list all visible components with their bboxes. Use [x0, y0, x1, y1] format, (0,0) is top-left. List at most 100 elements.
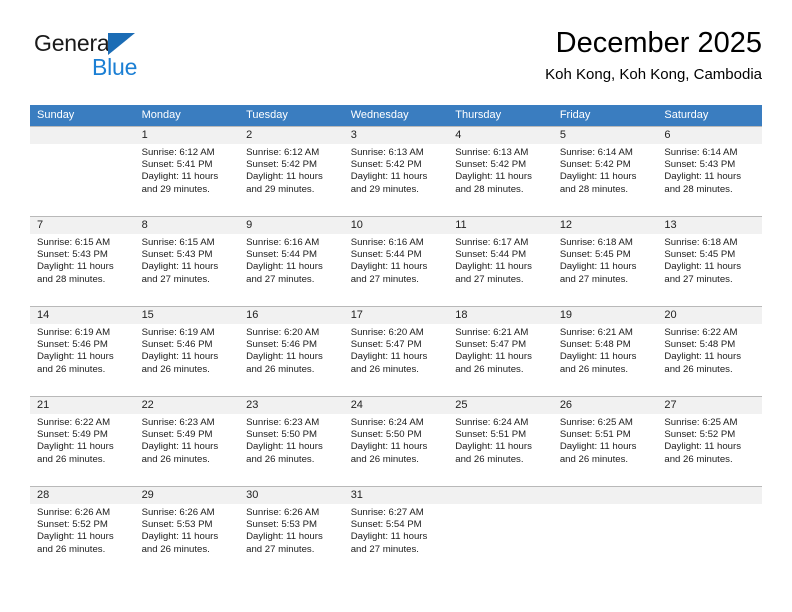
day-cell-11[interactable]: 11 Sunrise: 6:17 AM Sunset: 5:44 PM Dayligh…: [448, 216, 553, 306]
daylight-text-line2: and 29 minutes.: [246, 183, 315, 195]
daylight-text-line1: Daylight: 11 hours: [37, 261, 114, 273]
day-details: Sunrise: 6:26 AM Sunset: 5:52 PM Daylight:…: [30, 504, 135, 556]
calendar-cell: 7 Sunrise: 6:15 AM Sunset: 5:43 PM Daylight…: [30, 216, 135, 306]
day-cell-1[interactable]: 1 Sunrise: 6:12 AM Sunset: 5:41 PM Daylight…: [134, 126, 240, 216]
day-details: Sunrise: 6:22 AM Sunset: 5:49 PM Daylight:…: [30, 414, 135, 466]
day-details: Sunrise: 6:20 AM Sunset: 5:47 PM Daylight:…: [344, 324, 449, 376]
day-details: Sunrise: 6:27 AM Sunset: 5:54 PM Daylight:…: [344, 504, 449, 556]
day-details: Sunrise: 6:18 AM Sunset: 5:45 PM Daylight:…: [553, 234, 658, 286]
day-number: [448, 487, 553, 504]
day-cell-25[interactable]: 25 Sunrise: 6:24 AM Sunset: 5:51 PM Dayligh…: [448, 396, 553, 486]
daylight-text-line2: and 26 minutes.: [350, 363, 419, 375]
logo-text-general: General: [34, 30, 115, 56]
day-number: 17: [343, 307, 449, 324]
sunrise-text: Sunrise: 6:23 AM: [141, 417, 215, 428]
sunrise-text: Sunrise: 6:20 AM: [246, 327, 320, 338]
calendar-week-row: 21 Sunrise: 6:22 AM Sunset: 5:49 PM Dayligh…: [30, 396, 762, 486]
day-cell-20[interactable]: 20 Sunrise: 6:22 AM Sunset: 5:48 PM Dayligh…: [657, 306, 762, 396]
day-cell-24[interactable]: 24 Sunrise: 6:24 AM Sunset: 5:50 PM Dayligh…: [343, 396, 449, 486]
daylight-text-line2: and 29 minutes.: [141, 183, 210, 195]
daylight-text-line1: Daylight: 11 hours: [37, 531, 114, 543]
daylight-text-line1: Daylight: 11 hours: [350, 531, 428, 543]
day-cell-13[interactable]: 13 Sunrise: 6:18 AM Sunset: 5:45 PM Dayligh…: [657, 216, 762, 306]
calendar-cell: 21 Sunrise: 6:22 AM Sunset: 5:49 PM Dayligh…: [30, 396, 135, 486]
daylight-text-line2: and 27 minutes.: [141, 273, 210, 285]
day-cell-7[interactable]: 7 Sunrise: 6:15 AM Sunset: 5:43 PM Daylight…: [30, 216, 135, 306]
sunset-text: Sunset: 5:49 PM: [141, 429, 213, 441]
day-cell-27[interactable]: 27 Sunrise: 6:25 AM Sunset: 5:52 PM Dayligh…: [657, 396, 762, 486]
weekday-header-saturday: Saturday: [657, 105, 762, 126]
day-cell-17[interactable]: 17 Sunrise: 6:20 AM Sunset: 5:47 PM Dayligh…: [343, 306, 449, 396]
day-cell-8[interactable]: 8 Sunrise: 6:15 AM Sunset: 5:43 PM Daylight…: [134, 216, 240, 306]
day-cell-18[interactable]: 18 Sunrise: 6:21 AM Sunset: 5:47 PM Dayligh…: [448, 306, 553, 396]
calendar-week-row: 1 Sunrise: 6:12 AM Sunset: 5:41 PM Daylight…: [30, 126, 762, 216]
calendar-cell: 12 Sunrise: 6:18 AM Sunset: 5:45 PM Dayligh…: [552, 216, 658, 306]
day-details: Sunrise: 6:21 AM Sunset: 5:48 PM Daylight:…: [553, 324, 658, 376]
day-cell-3[interactable]: 3 Sunrise: 6:13 AM Sunset: 5:42 PM Daylight…: [343, 126, 449, 216]
sunrise-text: Sunrise: 6:19 AM: [37, 327, 111, 338]
day-cell-15[interactable]: 15 Sunrise: 6:19 AM Sunset: 5:46 PM Dayligh…: [134, 306, 240, 396]
calendar-cell: 13 Sunrise: 6:18 AM Sunset: 5:45 PM Dayligh…: [657, 216, 762, 306]
sunset-text: Sunset: 5:50 PM: [246, 429, 318, 441]
sunrise-text: Sunrise: 6:21 AM: [559, 327, 633, 338]
day-number: 1: [134, 127, 240, 144]
day-number: 5: [552, 127, 658, 144]
day-cell-30[interactable]: 30 Sunrise: 6:26 AM Sunset: 5:53 PM Dayligh…: [239, 486, 344, 576]
daylight-text-line2: and 26 minutes.: [455, 363, 524, 375]
generalblue-logo[interactable]: General Blue: [34, 30, 214, 90]
day-cell-22[interactable]: 22 Sunrise: 6:23 AM Sunset: 5:49 PM Dayligh…: [134, 396, 240, 486]
day-cell-28[interactable]: 28 Sunrise: 6:26 AM Sunset: 5:52 PM Dayligh…: [30, 486, 135, 576]
day-details: Sunrise: 6:19 AM Sunset: 5:46 PM Daylight:…: [135, 324, 240, 376]
day-cell-19[interactable]: 19 Sunrise: 6:21 AM Sunset: 5:48 PM Dayligh…: [552, 306, 658, 396]
daylight-text-line1: Daylight: 11 hours: [141, 171, 219, 183]
day-number: 16: [239, 307, 344, 324]
day-details: Sunrise: 6:23 AM Sunset: 5:50 PM Daylight:…: [239, 414, 344, 466]
sunrise-text: Sunrise: 6:20 AM: [350, 327, 424, 338]
calendar-week-row: 14 Sunrise: 6:19 AM Sunset: 5:46 PM Dayligh…: [30, 306, 762, 396]
day-cell-21[interactable]: 21 Sunrise: 6:22 AM Sunset: 5:49 PM Dayligh…: [30, 396, 135, 486]
calendar-cell: 6 Sunrise: 6:14 AM Sunset: 5:43 PM Daylight…: [657, 126, 762, 216]
sunrise-text: Sunrise: 6:26 AM: [37, 507, 111, 518]
sunset-text: Sunset: 5:52 PM: [664, 429, 736, 441]
daylight-text-line1: Daylight: 11 hours: [559, 441, 637, 453]
day-cell-23[interactable]: 23 Sunrise: 6:23 AM Sunset: 5:50 PM Dayligh…: [239, 396, 344, 486]
calendar-cell: 17 Sunrise: 6:20 AM Sunset: 5:47 PM Dayligh…: [343, 306, 449, 396]
day-number: 23: [239, 397, 344, 414]
daylight-text-line2: and 28 minutes.: [37, 273, 106, 285]
day-cell-10[interactable]: 10 Sunrise: 6:16 AM Sunset: 5:44 PM Dayligh…: [343, 216, 449, 306]
calendar-cell: [552, 486, 658, 576]
day-details: Sunrise: 6:22 AM Sunset: 5:48 PM Daylight:…: [657, 324, 762, 376]
daylight-text-line1: Daylight: 11 hours: [455, 351, 532, 363]
day-cell-6[interactable]: 6 Sunrise: 6:14 AM Sunset: 5:43 PM Daylight…: [657, 126, 762, 216]
day-details: Sunrise: 6:23 AM Sunset: 5:49 PM Daylight:…: [135, 414, 240, 466]
day-cell-4[interactable]: 4 Sunrise: 6:13 AM Sunset: 5:42 PM Daylight…: [448, 126, 553, 216]
sunrise-text: Sunrise: 6:23 AM: [246, 417, 320, 428]
daylight-text-line1: Daylight: 11 hours: [664, 261, 741, 273]
daylight-text-line2: and 28 minutes.: [559, 183, 629, 195]
day-cell-2[interactable]: 2 Sunrise: 6:12 AM Sunset: 5:42 PM Daylight…: [239, 126, 344, 216]
sunrise-text: Sunrise: 6:21 AM: [455, 327, 529, 338]
day-cell-12[interactable]: 12 Sunrise: 6:18 AM Sunset: 5:45 PM Dayligh…: [552, 216, 658, 306]
day-number: 29: [134, 487, 240, 504]
sunset-text: Sunset: 5:42 PM: [455, 159, 527, 171]
daylight-text-line2: and 26 minutes.: [455, 453, 524, 465]
day-cell-5[interactable]: 5 Sunrise: 6:14 AM Sunset: 5:42 PM Daylight…: [552, 126, 658, 216]
day-number: [657, 487, 762, 504]
day-cell-29[interactable]: 29 Sunrise: 6:26 AM Sunset: 5:53 PM Dayligh…: [134, 486, 240, 576]
day-cell-16[interactable]: 16 Sunrise: 6:20 AM Sunset: 5:46 PM Dayligh…: [239, 306, 344, 396]
day-cell-9[interactable]: 9 Sunrise: 6:16 AM Sunset: 5:44 PM Daylight…: [239, 216, 344, 306]
calendar-cell: 27 Sunrise: 6:25 AM Sunset: 5:52 PM Dayligh…: [657, 396, 762, 486]
day-number: [552, 487, 658, 504]
sunrise-text: Sunrise: 6:17 AM: [455, 237, 529, 248]
sunrise-text: Sunrise: 6:19 AM: [141, 327, 215, 338]
day-cell-26[interactable]: 26 Sunrise: 6:25 AM Sunset: 5:51 PM Dayligh…: [552, 396, 658, 486]
sunrise-text: Sunrise: 6:15 AM: [141, 237, 215, 248]
daylight-text-line1: Daylight: 11 hours: [350, 441, 428, 453]
day-cell-31[interactable]: 31 Sunrise: 6:27 AM Sunset: 5:54 PM Dayligh…: [343, 486, 449, 576]
sunset-text: Sunset: 5:46 PM: [141, 339, 213, 351]
daylight-text-line1: Daylight: 11 hours: [141, 531, 219, 543]
day-cell-14[interactable]: 14 Sunrise: 6:19 AM Sunset: 5:46 PM Dayligh…: [30, 306, 135, 396]
calendar-cell: 1 Sunrise: 6:12 AM Sunset: 5:41 PM Daylight…: [134, 126, 240, 216]
day-cell-empty: [30, 126, 135, 216]
day-details: Sunrise: 6:20 AM Sunset: 5:46 PM Daylight:…: [239, 324, 344, 376]
